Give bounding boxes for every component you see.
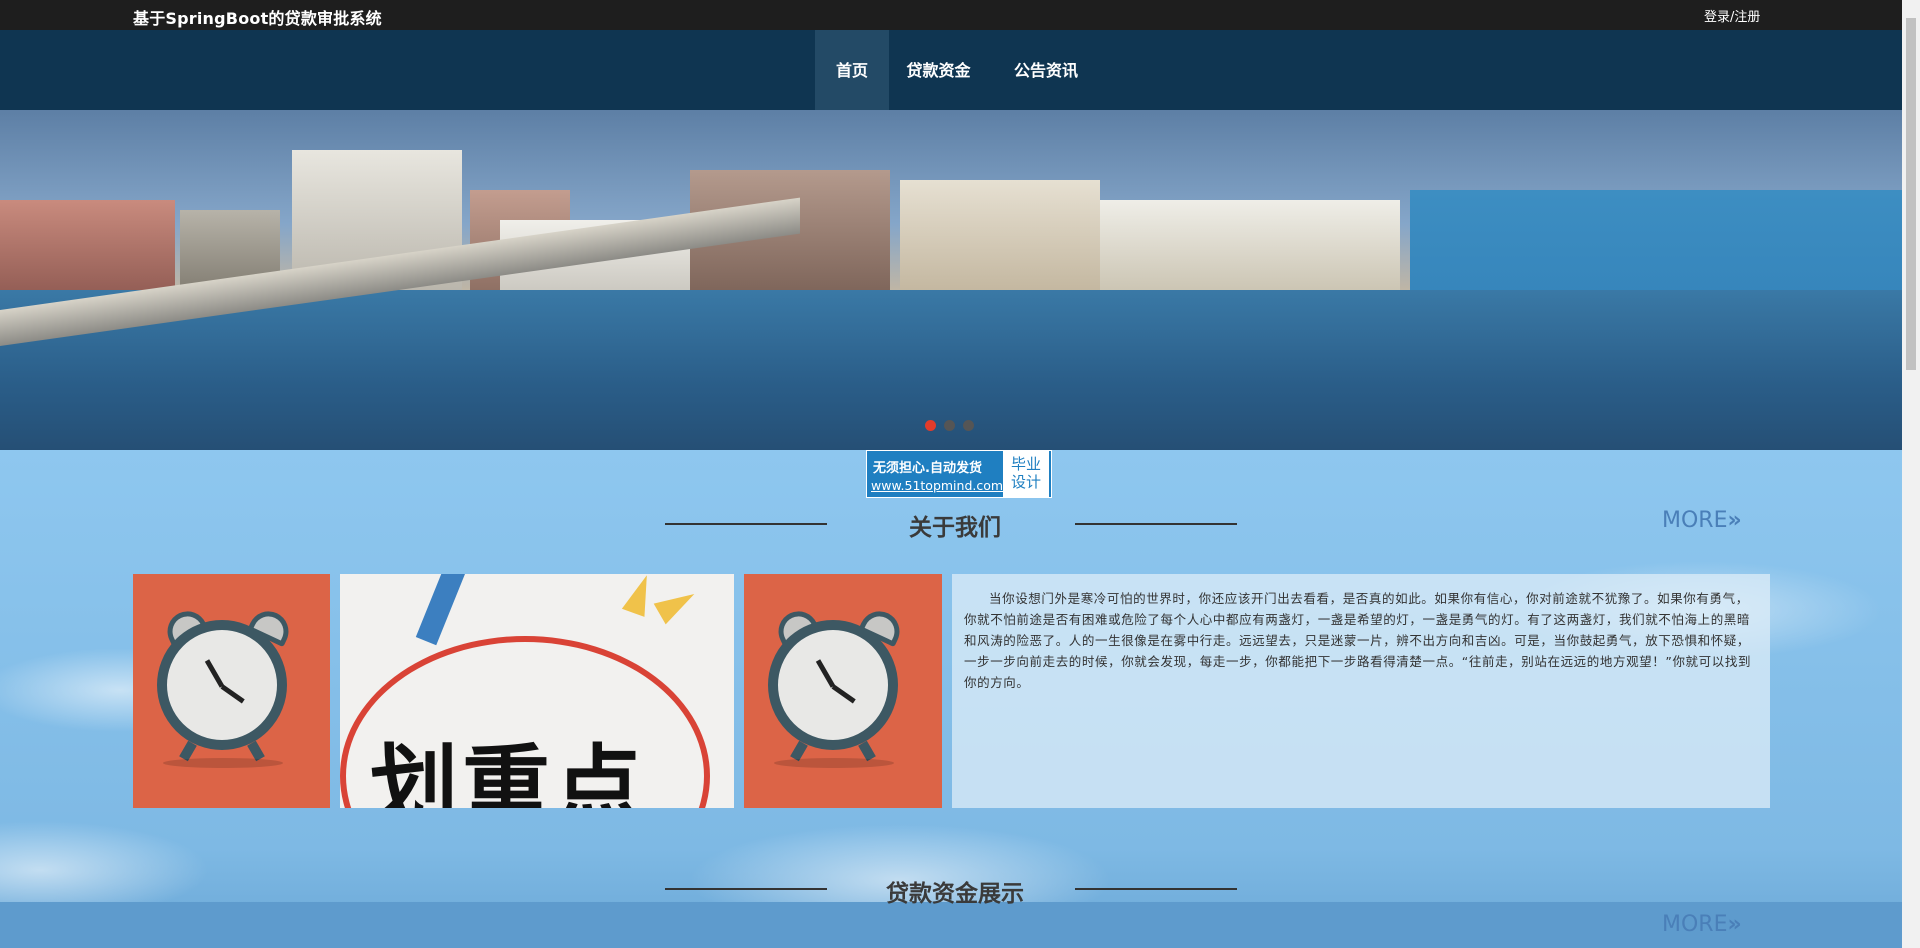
page-scrollbar[interactable] (1902, 0, 1920, 948)
nav-item-loan-funds[interactable]: 贷款资金 (897, 30, 980, 110)
scrollbar-thumb[interactable] (1906, 18, 1916, 370)
watermark-link[interactable]: www.51topmind.com (871, 478, 1003, 493)
spark-shape (621, 574, 659, 617)
hero-building (0, 200, 175, 300)
highlight-image-text: 划重点 (370, 735, 647, 808)
clock-shadow (774, 758, 894, 768)
loans-more-label: MORE (1662, 912, 1728, 937)
about-section-title: 关于我们 (909, 515, 1001, 541)
loans-more-link[interactable]: MORE» (1662, 912, 1742, 937)
nav-item-announcements[interactable]: 公告资讯 (1006, 30, 1086, 110)
about-description: 当你设想门外是寒冷可怕的世界时，你还应该开门出去看看，是否真的如此。如果你有信心… (952, 574, 1770, 808)
hero-building (900, 180, 1100, 300)
watermark-badge[interactable]: 无须担心.自动发货 www.51topmind.com 毕业 设计 (866, 450, 1052, 498)
watermark-line1: 无须担心.自动发货 (873, 461, 982, 476)
section-background-sea (0, 902, 1902, 948)
watermark-box-line1: 毕业 (1010, 455, 1041, 473)
clock-shadow (163, 758, 283, 768)
carousel-dot-2[interactable] (944, 420, 955, 431)
divider-line (1075, 523, 1237, 525)
divider-line (1075, 888, 1237, 890)
double-chevron-right-icon: » (1727, 912, 1742, 937)
carousel-dot-1[interactable] (925, 420, 936, 431)
about-image-highlight[interactable]: 划重点 (340, 574, 734, 808)
loans-section-title: 贷款资金展示 (886, 881, 1024, 907)
site-title: 基于SpringBoot的贷款审批系统 (133, 9, 382, 28)
divider-line (665, 523, 827, 525)
about-image-clock-2[interactable] (744, 574, 942, 808)
login-register-link[interactable]: 登录/注册 (1704, 6, 1760, 25)
divider-line (665, 888, 827, 890)
hero-building (1100, 200, 1400, 300)
main-nav: 首页 贷款资金 公告资讯 (0, 30, 1902, 110)
nav-item-home[interactable]: 首页 (815, 30, 889, 110)
about-more-label: MORE (1662, 508, 1728, 533)
hero-carousel[interactable] (0, 110, 1902, 450)
spark-shape (653, 583, 701, 625)
about-more-link[interactable]: MORE» (1662, 508, 1742, 533)
pencil-icon (415, 574, 467, 646)
carousel-indicators (925, 416, 982, 435)
carousel-dot-3[interactable] (963, 420, 974, 431)
about-image-clock-1[interactable] (133, 574, 330, 808)
watermark-box: 毕业 设计 (1003, 451, 1049, 497)
top-bar: 基于SpringBoot的贷款审批系统 登录/注册 (0, 0, 1920, 30)
watermark-box-line2: 设计 (1010, 473, 1041, 491)
double-chevron-right-icon: » (1727, 508, 1742, 533)
